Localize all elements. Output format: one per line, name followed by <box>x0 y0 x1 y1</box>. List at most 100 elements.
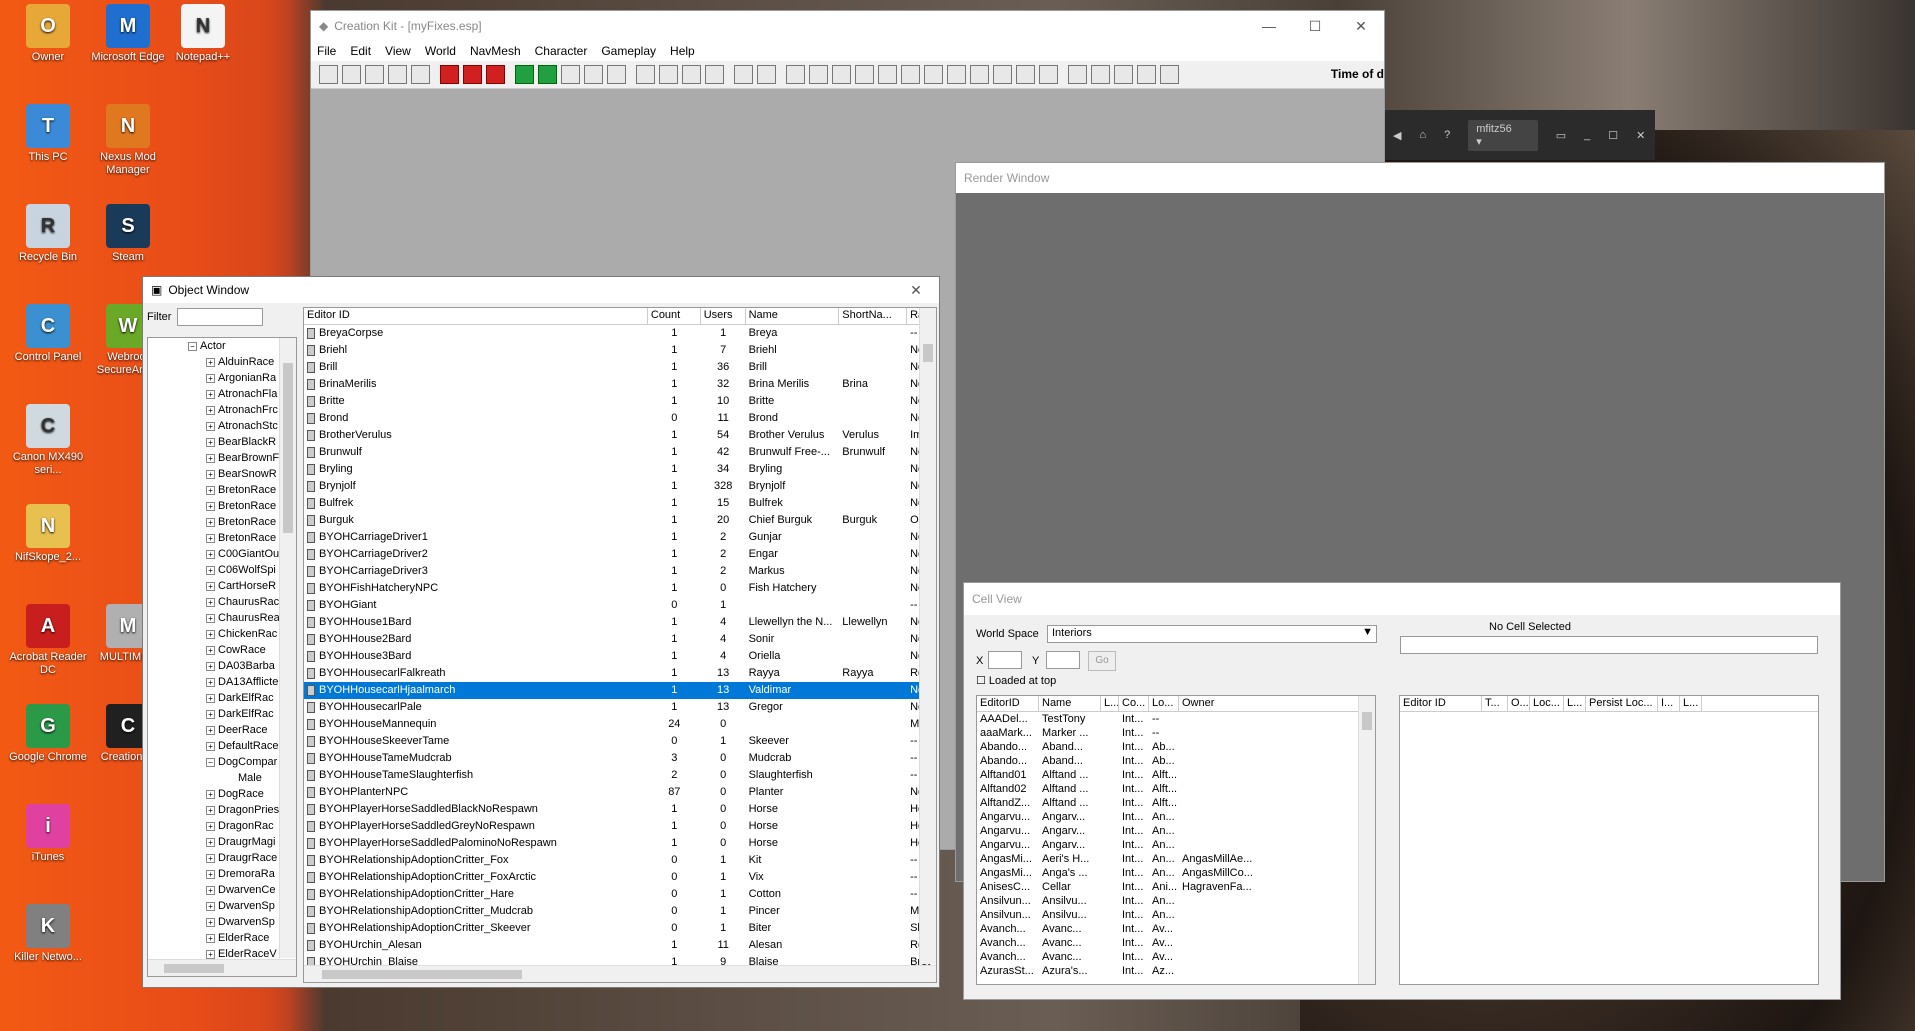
expand-icon[interactable]: + <box>206 933 215 943</box>
expand-icon[interactable]: + <box>206 837 215 847</box>
expand-icon[interactable]: + <box>206 437 215 447</box>
expand-icon[interactable]: + <box>206 581 215 591</box>
desktop-icon[interactable]: C Canon MX490 seri... <box>3 404 93 477</box>
object-list-grid[interactable]: Editor IDCountUsersNameShortNa...RacBrey… <box>303 307 937 983</box>
expand-icon[interactable]: + <box>206 805 215 815</box>
maximize-icon[interactable]: ☐ <box>1292 18 1338 35</box>
toolbar-button-icon[interactable] <box>463 65 482 84</box>
tree-node[interactable]: − Actor <box>148 338 296 354</box>
collapse-icon[interactable]: − <box>206 757 215 767</box>
tree-node[interactable]: + DragonPries <box>148 802 296 818</box>
screen-icon[interactable]: ▭ <box>1556 129 1566 142</box>
expand-icon[interactable]: + <box>206 789 215 799</box>
expand-icon[interactable]: + <box>206 405 215 415</box>
desktop-icon[interactable]: N Notepad++ <box>158 4 248 64</box>
desktop-icon[interactable]: A Acrobat Reader DC <box>3 604 93 677</box>
desktop-icon[interactable]: R Recycle Bin <box>3 204 93 264</box>
table-row[interactable]: Brynjolf1328BrynjolfNor <box>304 478 936 495</box>
toolbar-button-icon[interactable] <box>1091 65 1110 84</box>
cell-view-titlebar[interactable]: Cell View <box>964 583 1840 615</box>
expand-icon[interactable]: + <box>206 693 215 703</box>
table-row[interactable]: BYOHHouseTameSlaughterfish 2 0 Slaughterfis… <box>304 767 936 784</box>
tree-node[interactable]: + ElderRace <box>148 930 296 946</box>
table-row[interactable]: Ansilvun... Ansilvu... Int... An... <box>977 908 1375 922</box>
table-row[interactable]: AnisesC... Cellar Int... Ani... HagravenFa..… <box>977 880 1375 894</box>
expand-icon[interactable]: + <box>206 565 215 575</box>
toolbar-button-icon[interactable] <box>757 65 776 84</box>
table-row[interactable]: BYOHRelationshipAdoptionCritter_Fox 0 1 Kit… <box>304 852 936 869</box>
collapse-icon[interactable]: − <box>188 341 197 351</box>
tree-node[interactable]: + AlduinRace <box>148 354 296 370</box>
table-row[interactable]: BYOHHouse2Bard14SonirNor <box>304 631 936 648</box>
toolbar-button-icon[interactable] <box>342 65 361 84</box>
table-row[interactable]: BYOHCarriageDriver212EngarNor <box>304 546 936 563</box>
column-header[interactable]: ShortNa... <box>839 308 908 324</box>
toolbar-button-icon[interactable] <box>365 65 384 84</box>
desktop-icon[interactable]: G Google Chrome <box>3 704 93 764</box>
menu-item-file[interactable]: File <box>317 44 336 58</box>
expand-icon[interactable]: + <box>206 389 215 399</box>
menu-item-help[interactable]: Help <box>670 44 695 58</box>
menu-item-navmesh[interactable]: NavMesh <box>470 44 521 58</box>
object-window-titlebar[interactable]: ▣ Object Window ✕ <box>143 277 939 303</box>
tree-node[interactable]: + BretonRace <box>148 482 296 498</box>
expand-icon[interactable]: + <box>206 741 215 751</box>
table-row[interactable]: Avanch... Avanc... Int... Av... <box>977 922 1375 936</box>
table-row[interactable]: BYOHCarriageDriver112GunjarNor <box>304 529 936 546</box>
tree-node[interactable]: + DA13Afflicte <box>148 674 296 690</box>
column-header[interactable]: I... <box>1658 696 1680 711</box>
column-header[interactable]: Owner <box>1179 696 1359 711</box>
tree-node[interactable]: + AtronachFla <box>148 386 296 402</box>
vertical-scrollbar[interactable] <box>1358 696 1375 984</box>
cell-view-window[interactable]: Cell View World Space Interiors ▼ No Cel… <box>963 582 1841 1000</box>
toolbar-button-icon[interactable] <box>734 65 753 84</box>
cell-name-field[interactable] <box>1400 636 1818 654</box>
render-window-titlebar[interactable]: Render Window <box>956 163 1884 193</box>
expand-icon[interactable]: + <box>206 517 215 527</box>
tree-node[interactable]: + BretonRace <box>148 530 296 546</box>
cell-list-grid[interactable]: EditorID Name L... Co... Lo... Owner AAADel...… <box>976 695 1376 985</box>
desktop-icon[interactable]: O Owner <box>3 4 93 64</box>
table-row[interactable]: BYOHRelationshipAdoptionCritter_Skeever 0… <box>304 920 936 937</box>
expand-icon[interactable]: + <box>206 917 215 927</box>
expand-icon[interactable]: + <box>206 629 215 639</box>
desktop-icon[interactable]: K Killer Netwo... <box>3 904 93 964</box>
mute-icon[interactable]: ◀ <box>1393 129 1401 142</box>
table-row[interactable]: Avanch... Avanc... Int... Av... <box>977 936 1375 950</box>
scrollbar-thumb[interactable] <box>283 363 293 533</box>
desktop-icon[interactable]: N NifSkope_2... <box>3 504 93 564</box>
column-header[interactable]: L... <box>1680 696 1702 711</box>
table-row[interactable]: BrinaMerilis132Brina MerilisBrinaNor <box>304 376 936 393</box>
table-row[interactable]: AngasMi... Anga's ... Int... An... AngasMill… <box>977 866 1375 880</box>
filter-input[interactable] <box>177 308 263 326</box>
table-row[interactable]: BYOHRelationshipAdoptionCritter_Mudcrab 0… <box>304 903 936 920</box>
column-header[interactable]: Co... <box>1119 696 1149 711</box>
toolbar-button-icon[interactable] <box>440 65 459 84</box>
world-space-select[interactable]: Interiors ▼ <box>1047 625 1377 643</box>
table-row[interactable]: aaaMark... Marker ... Int... -- <box>977 726 1375 740</box>
toolbar-button-icon[interactable] <box>924 65 943 84</box>
table-row[interactable]: Angarvu... Angarv... Int... An... <box>977 838 1375 852</box>
tree-node[interactable]: + BretonRace <box>148 498 296 514</box>
table-row[interactable]: BYOHUrchin_Alesan111AlesanRec <box>304 937 936 954</box>
column-header[interactable]: Persist Loc... <box>1586 696 1658 711</box>
toolbar-button-icon[interactable] <box>1068 65 1087 84</box>
table-row[interactable]: BYOHHouseMannequin240Mar <box>304 716 936 733</box>
expand-icon[interactable]: + <box>206 373 215 383</box>
tree-node[interactable]: + DraugrMagi <box>148 834 296 850</box>
tree-node[interactable]: + DarkElfRac <box>148 690 296 706</box>
desktop-icon[interactable]: N Nexus Mod Manager <box>83 104 173 177</box>
table-row[interactable]: BYOHCarriageDriver312MarkusNor <box>304 563 936 580</box>
table-row[interactable]: BYOHFishHatcheryNPC10Fish HatcheryNor <box>304 580 936 597</box>
expand-icon[interactable]: + <box>206 709 215 719</box>
expand-icon[interactable]: + <box>206 949 215 959</box>
toolbar-button-icon[interactable] <box>947 65 966 84</box>
tree-node[interactable]: + C00GiantOu <box>148 546 296 562</box>
table-row[interactable]: Brond011BrondNor <box>304 410 936 427</box>
loaded-at-top-checkbox[interactable]: ☐ Loaded at top <box>976 674 1056 687</box>
scrollbar-thumb[interactable] <box>923 344 933 362</box>
toolbar-button-icon[interactable] <box>515 65 534 84</box>
expand-icon[interactable]: + <box>206 613 215 623</box>
expand-icon[interactable]: + <box>206 645 215 655</box>
table-row[interactable]: BYOHRelationshipAdoptionCritter_FoxArcti… <box>304 869 936 886</box>
